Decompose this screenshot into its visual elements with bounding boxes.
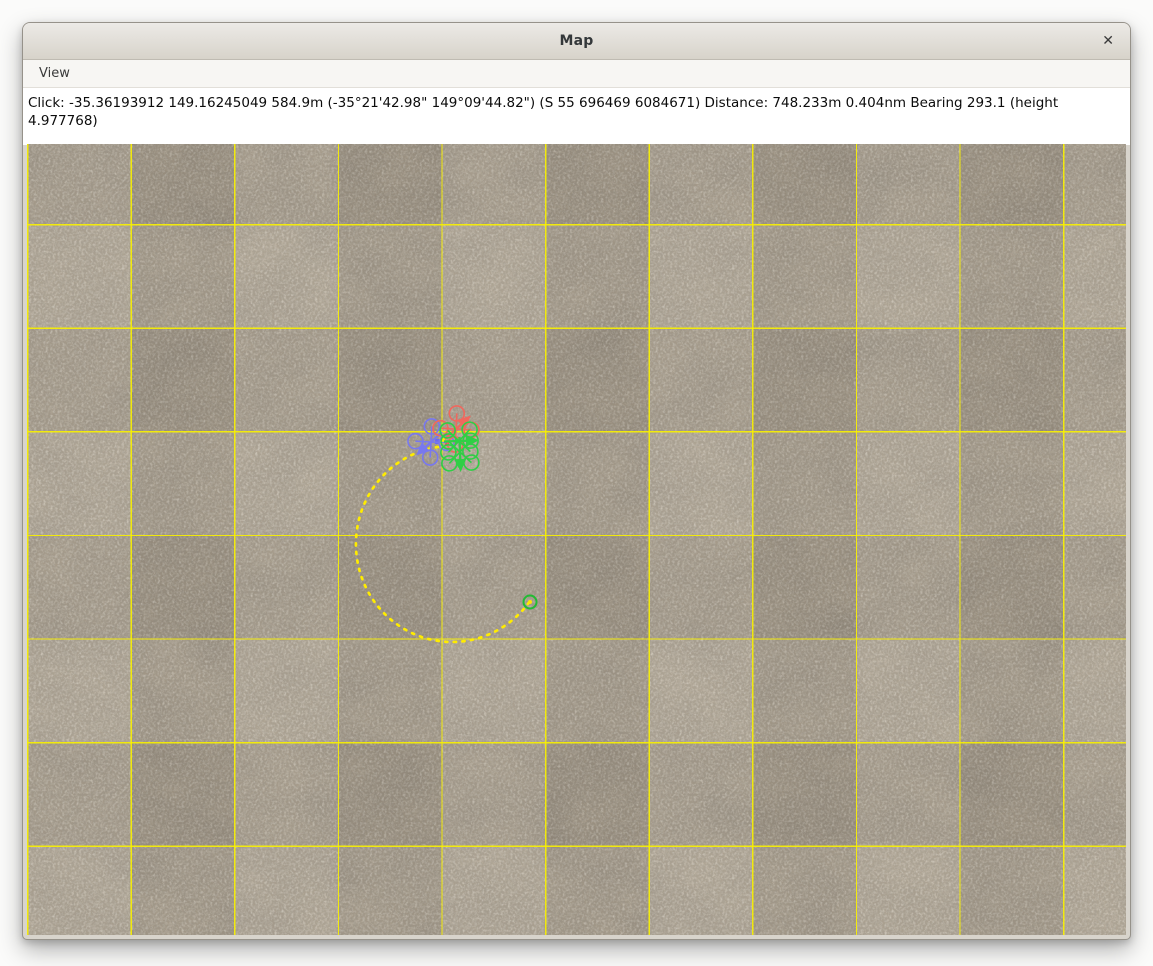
menu-bar: View (23, 60, 1130, 88)
window-title: Map (559, 33, 593, 49)
flight-end-marker (524, 596, 537, 609)
menu-item-view[interactable]: View (32, 63, 77, 84)
flight-path-trail (356, 447, 530, 642)
close-button[interactable]: ✕ (1102, 34, 1114, 48)
status-bar: Click: -35.36193912 149.16245049 584.9m … (23, 88, 1130, 145)
map-canvas[interactable] (27, 144, 1126, 935)
title-bar[interactable]: Map ✕ (23, 23, 1130, 60)
status-line-2: 4.977768) (28, 112, 1130, 130)
status-line-1: Click: -35.36193912 149.16245049 584.9m … (28, 94, 1130, 112)
map-window: Map ✕ View Click: -35.36193912 149.16245… (22, 22, 1131, 940)
map-overlay (27, 144, 1126, 935)
